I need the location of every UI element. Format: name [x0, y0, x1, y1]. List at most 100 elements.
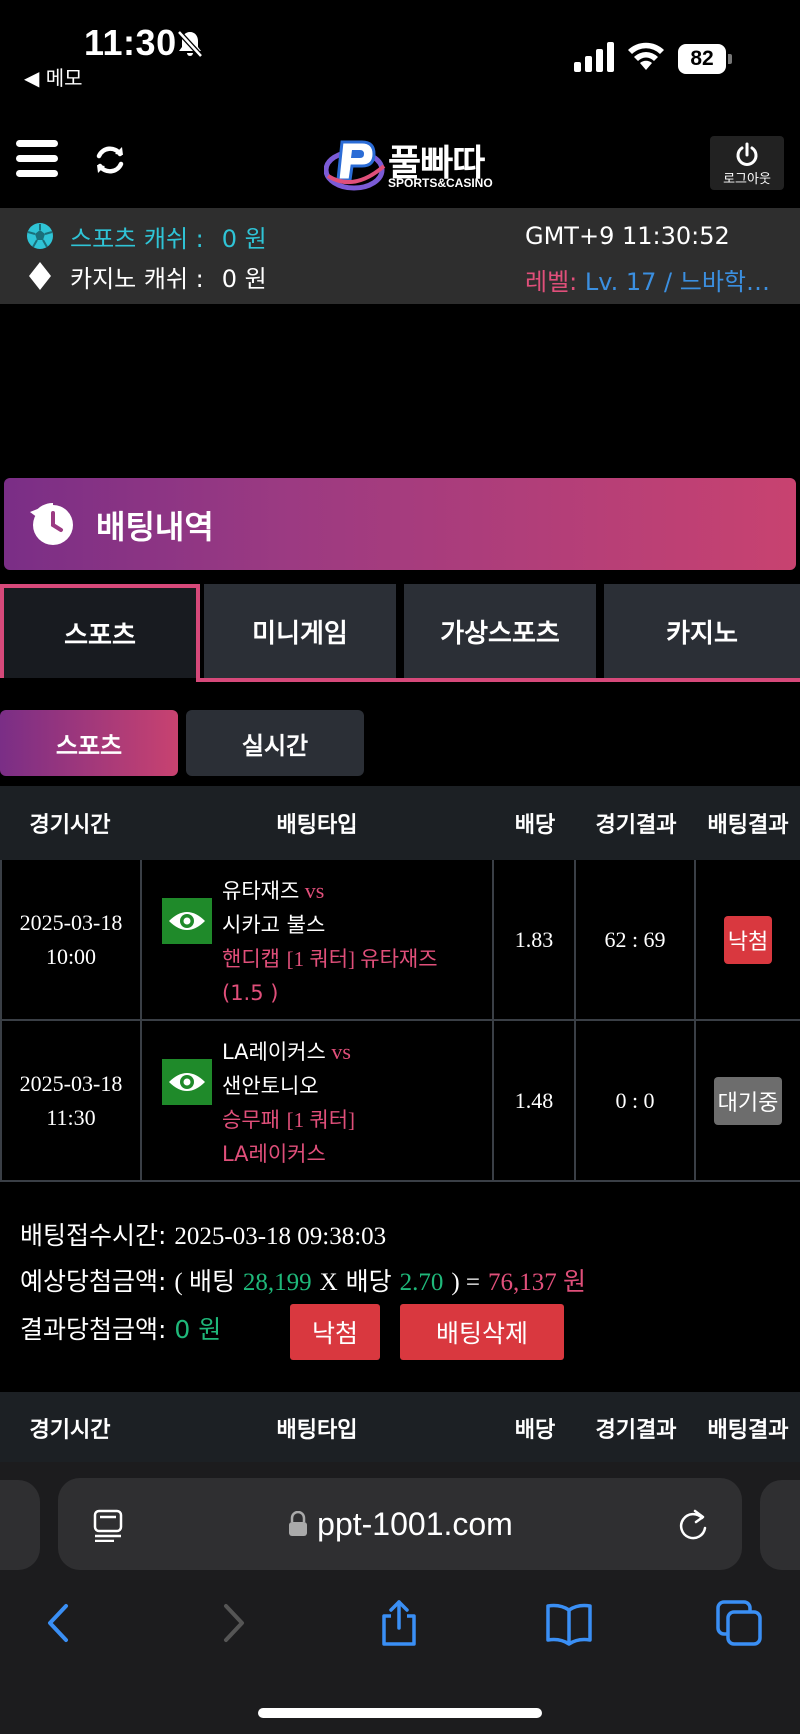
- away-team: 샌안토니오: [222, 1074, 319, 1098]
- bell-muted-icon: [177, 30, 203, 58]
- bet-market: 핸디캡: [222, 947, 287, 971]
- home-team: LA레이커스: [222, 1040, 326, 1064]
- bet-amount: 28,199: [242, 1269, 312, 1296]
- refresh-icon[interactable]: [92, 142, 128, 178]
- tabs-icon[interactable]: [714, 1598, 764, 1648]
- url-text: ppt-1001.com: [317, 1505, 513, 1542]
- result-value: 0 원: [174, 1315, 222, 1344]
- received-label: 배팅접수시간:: [20, 1221, 167, 1250]
- browser-toolbar: ppt-1001.com: [0, 1462, 800, 1734]
- url-display[interactable]: ppt-1001.com: [58, 1478, 742, 1570]
- total-odds: 2.70: [399, 1269, 444, 1296]
- game-time-cell: 2025-03-18 10:00: [0, 860, 142, 1019]
- vs-label: vs: [331, 1039, 351, 1064]
- odds-cell: 1.83: [494, 860, 576, 1019]
- subtab-sports[interactable]: 스포츠: [0, 710, 178, 776]
- power-icon: [736, 142, 758, 166]
- subtab-live[interactable]: 실시간: [186, 710, 364, 776]
- col-bet-type: 배팅타입: [276, 1418, 358, 1443]
- logout-label: 로그아웃: [723, 172, 771, 187]
- table-row: 2025-03-18 10:00 유타재즈 vs 시카고 불스 핸디캡 [1 쿼…: [0, 860, 800, 1021]
- battery-level: 82: [678, 44, 726, 74]
- eye-icon[interactable]: [162, 1059, 212, 1105]
- next-tab-peek[interactable]: [760, 1480, 800, 1570]
- bet-description: 유타재즈 vs 시카고 불스 핸디캡 [1 쿼터] 유타재즈 (1.5 ): [222, 874, 462, 1010]
- col-bet-result: 배팅결과: [707, 813, 789, 838]
- cellular-signal-icon: [574, 42, 614, 72]
- diamond-icon: [24, 260, 56, 292]
- battery-tip: [728, 54, 732, 64]
- received-value: 2025-03-18 09:38:03: [174, 1223, 387, 1250]
- expected-open: ( 배팅: [174, 1269, 235, 1296]
- col-odds: 배당: [514, 1418, 556, 1443]
- bet-selection: 유타재즈: [360, 947, 438, 971]
- bet-market: 승무패: [222, 1108, 287, 1132]
- status-badge: 대기중: [713, 1076, 783, 1125]
- bet-period: [1 쿼터]: [286, 1108, 356, 1132]
- sports-cash-row: 스포츠 캐쉬 : 0 원: [24, 218, 267, 254]
- score-cell: 0 : 0: [576, 1021, 696, 1180]
- bookmarks-icon[interactable]: [544, 1598, 594, 1648]
- logout-button[interactable]: 로그아웃: [710, 136, 784, 190]
- col-game-result: 경기결과: [595, 813, 677, 838]
- col-game-time: 경기시간: [29, 1418, 111, 1443]
- tab-minigame[interactable]: 미니게임: [204, 584, 396, 678]
- server-clock: GMT+9 11:30:52: [525, 222, 730, 250]
- bet-table-header: 경기시간 배팅타입 배당 경기결과 배팅결과: [0, 786, 800, 860]
- col-odds: 배당: [514, 813, 556, 838]
- casino-cash-amount: 0 원: [221, 264, 267, 293]
- forward-icon[interactable]: [208, 1598, 258, 1648]
- logo-subtitle: SPORTS&CASINO: [388, 176, 493, 190]
- bet-handicap: (1.5 ): [222, 981, 279, 1005]
- bet-type-cell: 유타재즈 vs 시카고 불스 핸디캡 [1 쿼터] 유타재즈 (1.5 ): [142, 860, 494, 1019]
- odds-cell: 1.48: [494, 1021, 576, 1180]
- game-date: 2025-03-18: [19, 909, 123, 935]
- logo-emblem-icon: [324, 140, 386, 191]
- eye-icon[interactable]: [162, 898, 212, 944]
- back-icon[interactable]: [34, 1598, 84, 1648]
- reload-icon[interactable]: [676, 1506, 710, 1542]
- bet-result-cell: 대기중: [696, 1021, 800, 1180]
- lose-status-button[interactable]: 낙첨: [290, 1304, 380, 1360]
- page-title-banner: 배팅내역: [4, 478, 796, 570]
- result-label: 결과당첨금액:: [20, 1315, 167, 1344]
- col-bet-type: 배팅타입: [276, 813, 358, 838]
- menu-icon[interactable]: [16, 140, 58, 178]
- multiply-sign: X: [319, 1269, 338, 1296]
- share-icon[interactable]: [374, 1598, 424, 1648]
- vs-label: vs: [304, 878, 325, 903]
- bet-type-cell: LA레이커스 vs 샌안토니오 승무패 [1 쿼터] LA레이커스: [142, 1021, 494, 1180]
- bet-description: LA레이커스 vs 샌안토니오 승무패 [1 쿼터] LA레이커스: [222, 1035, 462, 1171]
- table-row: 2025-03-18 11:30 LA레이커스 vs 샌안토니오 승무패 [1 …: [0, 1021, 800, 1182]
- col-bet-result: 배팅결과: [707, 1418, 789, 1443]
- expected-close: ) =: [451, 1269, 480, 1296]
- bet-result-cell: 낙첨: [696, 860, 800, 1019]
- delete-bet-button[interactable]: 배팅삭제: [400, 1304, 564, 1360]
- back-to-app-link[interactable]: ◀ 메모: [24, 62, 83, 91]
- sports-cash-amount: 0 원: [221, 224, 267, 253]
- address-bar[interactable]: ppt-1001.com: [58, 1478, 742, 1570]
- odds-label: 배당: [345, 1267, 392, 1296]
- level-label: 레벨:: [525, 268, 578, 296]
- site-logo[interactable]: 풀빠따 SPORTS&CASINO: [324, 134, 504, 196]
- game-time: 11:30: [46, 1104, 96, 1130]
- tab-virtual-sports[interactable]: 가상스포츠: [404, 584, 596, 678]
- casino-cash-label: 카지노 캐쉬 :: [70, 264, 204, 293]
- expected-win-line: 예상당첨금액: ( 배팅 28,199 X 배당 2.70 ) = 76,137…: [20, 1262, 586, 1302]
- page-title: 배팅내역: [96, 508, 214, 546]
- tab-underline: [196, 678, 800, 682]
- tab-casino[interactable]: 카지노: [604, 584, 800, 678]
- sports-cash-label: 스포츠 캐쉬 :: [70, 224, 204, 253]
- expected-win-amount: 76,137 원: [487, 1269, 586, 1296]
- expected-label: 예상당첨금액:: [20, 1267, 167, 1296]
- received-time-line: 배팅접수시간: 2025-03-18 09:38:03: [20, 1216, 386, 1256]
- game-time-cell: 2025-03-18 11:30: [0, 1021, 142, 1180]
- user-level: 레벨: Lv. 17 / 느바학…: [525, 262, 770, 297]
- status-badge: 낙첨: [723, 915, 773, 964]
- tab-sports[interactable]: 스포츠: [0, 584, 200, 678]
- bet-period: [1 쿼터]: [286, 947, 361, 971]
- status-time: 11:30: [84, 22, 177, 63]
- prev-tab-peek[interactable]: [0, 1480, 40, 1570]
- col-game-result: 경기결과: [595, 1418, 677, 1443]
- col-game-time: 경기시간: [29, 813, 111, 838]
